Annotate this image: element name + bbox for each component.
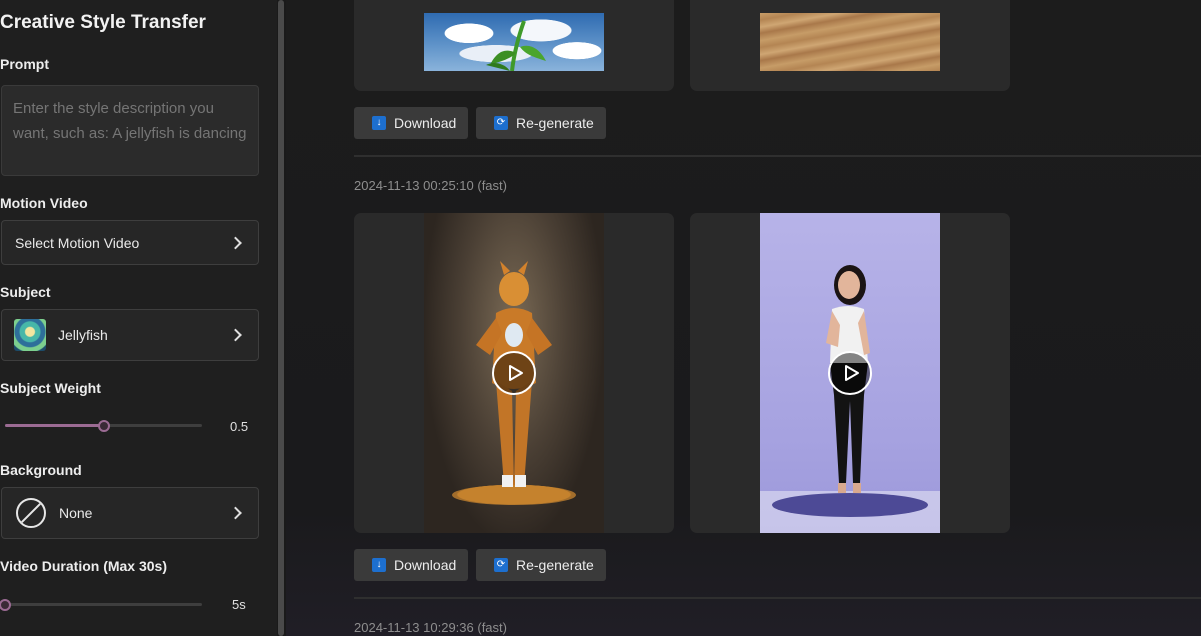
play-icon [844,365,859,381]
divider [354,155,1201,157]
regenerate-label: Re-generate [516,115,594,131]
download-label: Download [394,557,457,573]
subject-weight-value: 0.5 [230,419,249,434]
slider-fill [5,424,104,427]
subject-value: Jellyfish [58,327,108,343]
video-duration-value: 5s [232,597,246,612]
regenerate-label: Re-generate [516,557,594,573]
motion-video-value: Select Motion Video [15,234,140,251]
video-duration-slider[interactable] [0,598,202,611]
download-icon: ↓ [372,558,386,572]
chevron-right-icon [229,328,242,342]
result-image-sky-plant [424,13,604,72]
result-card[interactable] [354,213,674,533]
motion-video-label: Motion Video [0,195,88,211]
background-select[interactable]: None [1,487,259,539]
background-value: None [59,505,93,521]
jellyfish-thumbnail [14,319,46,351]
subject-select[interactable]: Jellyfish [1,309,259,361]
subject-weight-label: Subject Weight [0,380,101,396]
play-icon [508,365,523,381]
play-button[interactable] [828,351,872,395]
app-title: Creative Style Transfer [0,12,206,33]
subject-label: Subject [0,284,51,300]
chevron-right-icon [229,506,242,520]
sidebar-scrollbar[interactable] [277,0,286,636]
regenerate-button[interactable]: ⟳ Re-generate [476,107,606,139]
play-button[interactable] [492,351,536,395]
refresh-icon: ⟳ [494,116,508,130]
slider-handle[interactable] [0,598,11,611]
sidebar: Creative Style Transfer Prompt Motion Vi… [0,0,277,636]
result-timestamp: 2024-11-13 00:25:10 (fast) [354,178,507,193]
download-button[interactable]: ↓ Download [354,107,469,139]
subject-weight-slider[interactable] [5,419,202,432]
results-panel: ↓ Download ⟳ Re-generate 2024-11-13 00:2… [286,0,1201,636]
prompt-label: Prompt [0,56,49,72]
motion-video-select[interactable]: Select Motion Video [1,220,259,265]
divider [354,597,1201,599]
slider-handle[interactable] [97,419,110,432]
scrollbar-thumb[interactable] [278,0,284,636]
plant-illustration [486,20,546,72]
prompt-input[interactable] [1,85,259,176]
download-icon: ↓ [372,116,386,130]
background-label: Background [0,462,82,478]
result-timestamp: 2024-11-13 10:29:36 (fast) [354,620,507,635]
result-card[interactable] [354,0,674,91]
download-button[interactable]: ↓ Download [354,549,469,581]
refresh-icon: ⟳ [494,558,508,572]
result-image-wood-floor [760,13,940,71]
video-duration-label: Video Duration (Max 30s) [0,558,168,574]
regenerate-button[interactable]: ⟳ Re-generate [476,549,606,581]
prohibited-icon [16,498,46,528]
result-card[interactable] [690,213,1010,533]
download-label: Download [394,115,457,131]
result-card[interactable] [690,0,1010,91]
chevron-right-icon [229,236,242,249]
